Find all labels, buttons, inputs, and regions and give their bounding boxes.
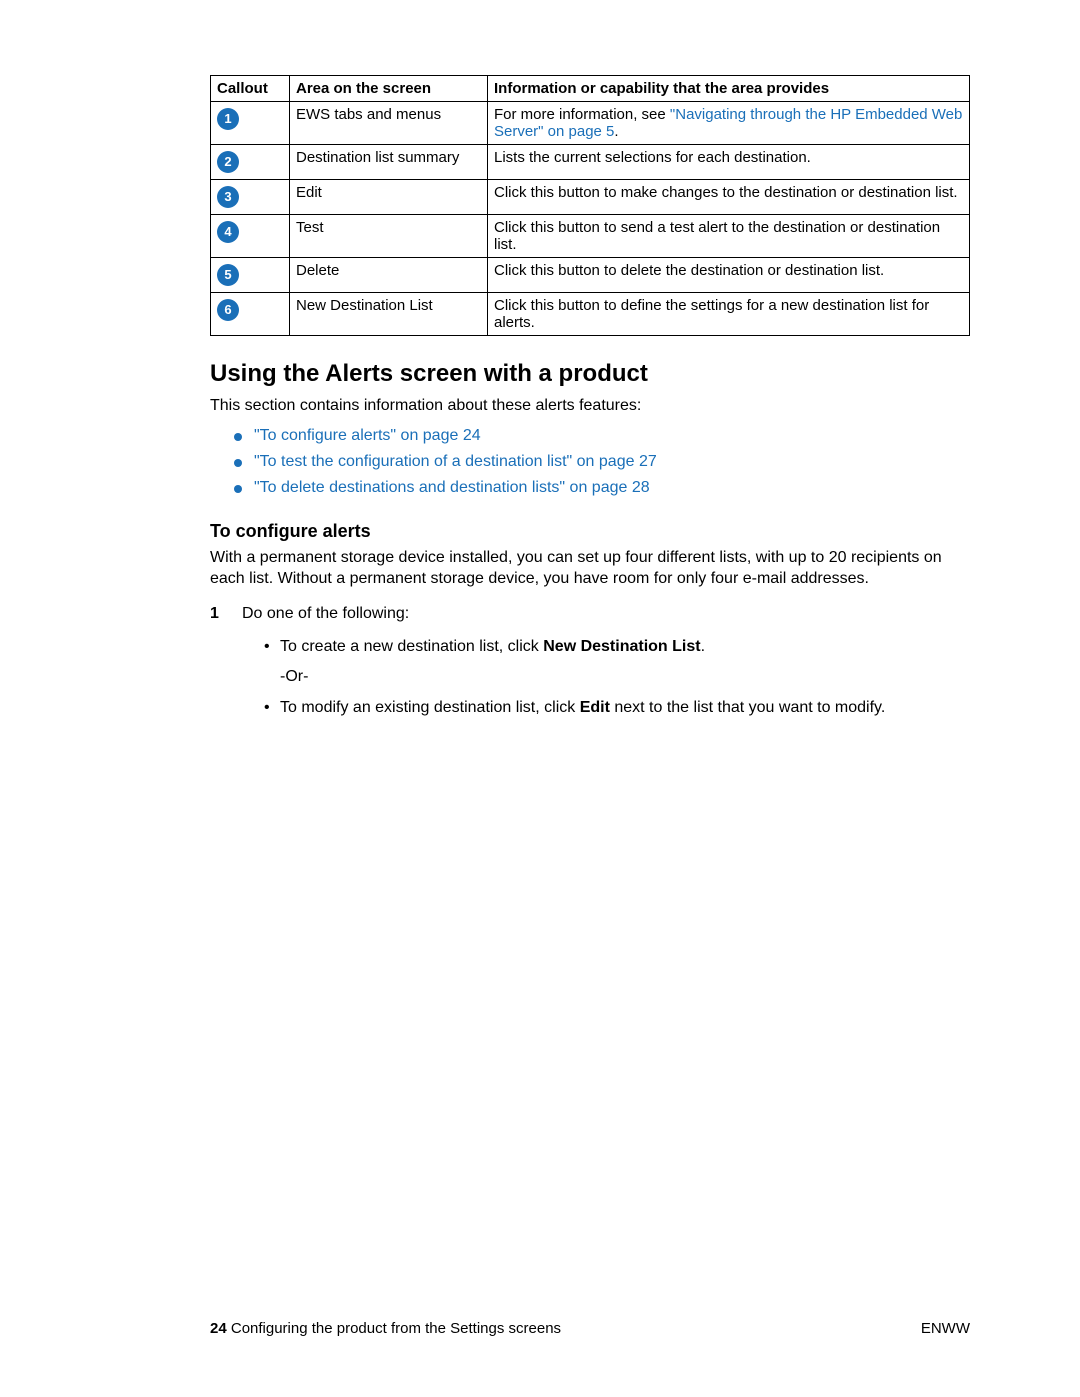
th-callout: Callout	[211, 76, 290, 102]
step-1-option-b: To modify an existing destination list, …	[264, 697, 970, 719]
step-1-options: To create a new destination list, click …	[242, 636, 970, 719]
subsection-intro: With a permanent storage device installe…	[210, 548, 970, 590]
cell-area: Delete	[290, 258, 488, 293]
cell-area: Test	[290, 215, 488, 258]
table-row: 3 Edit Click this button to make changes…	[211, 180, 970, 215]
table-row: 2 Destination list summary Lists the cur…	[211, 145, 970, 180]
cell-info: For more information, see "Navigating th…	[488, 102, 970, 145]
table-row: 1 EWS tabs and menus For more informatio…	[211, 102, 970, 145]
cell-info: Click this button to make changes to the…	[488, 180, 970, 215]
cell-area: Destination list summary	[290, 145, 488, 180]
table-row: 6 New Destination List Click this button…	[211, 293, 970, 336]
step-1-option-a: To create a new destination list, click …	[264, 636, 970, 658]
callout-badge-icon: 1	[217, 108, 239, 130]
subsection-heading: To configure alerts	[210, 521, 970, 542]
th-area: Area on the screen	[290, 76, 488, 102]
cell-info: Click this button to delete the destinat…	[488, 258, 970, 293]
cell-area: Edit	[290, 180, 488, 215]
footer-chapter: Configuring the product from the Setting…	[227, 1320, 561, 1337]
callout-badge-icon: 3	[217, 186, 239, 208]
footer-lang: ENWW	[921, 1320, 970, 1337]
callout-badge-icon: 6	[217, 299, 239, 321]
link-test-config[interactable]: "To test the configuration of a destinat…	[254, 453, 657, 470]
table-row: 4 Test Click this button to send a test …	[211, 215, 970, 258]
cell-area: New Destination List	[290, 293, 488, 336]
section-intro: This section contains information about …	[210, 396, 970, 417]
callout-table: Callout Area on the screen Information o…	[210, 75, 970, 336]
link-delete-dest[interactable]: "To delete destinations and destination …	[254, 479, 650, 496]
link-configure-alerts[interactable]: "To configure alerts" on page 24	[254, 427, 481, 444]
page-footer: 24 Configuring the product from the Sett…	[210, 1320, 970, 1337]
step-list: Do one of the following: To create a new…	[210, 603, 970, 719]
step-1: Do one of the following: To create a new…	[210, 603, 970, 719]
th-info: Information or capability that the area …	[488, 76, 970, 102]
callout-badge-icon: 5	[217, 264, 239, 286]
cell-info: Click this button to send a test alert t…	[488, 215, 970, 258]
cell-area: EWS tabs and menus	[290, 102, 488, 145]
feature-link-list: "To configure alerts" on page 24 "To tes…	[210, 427, 970, 497]
cell-info: Click this button to define the settings…	[488, 293, 970, 336]
page-number: 24	[210, 1320, 227, 1337]
callout-badge-icon: 4	[217, 221, 239, 243]
table-row: 5 Delete Click this button to delete the…	[211, 258, 970, 293]
step-1-or: -Or-	[264, 666, 970, 688]
cell-info: Lists the current selections for each de…	[488, 145, 970, 180]
callout-badge-icon: 2	[217, 151, 239, 173]
section-heading: Using the Alerts screen with a product	[210, 360, 970, 388]
